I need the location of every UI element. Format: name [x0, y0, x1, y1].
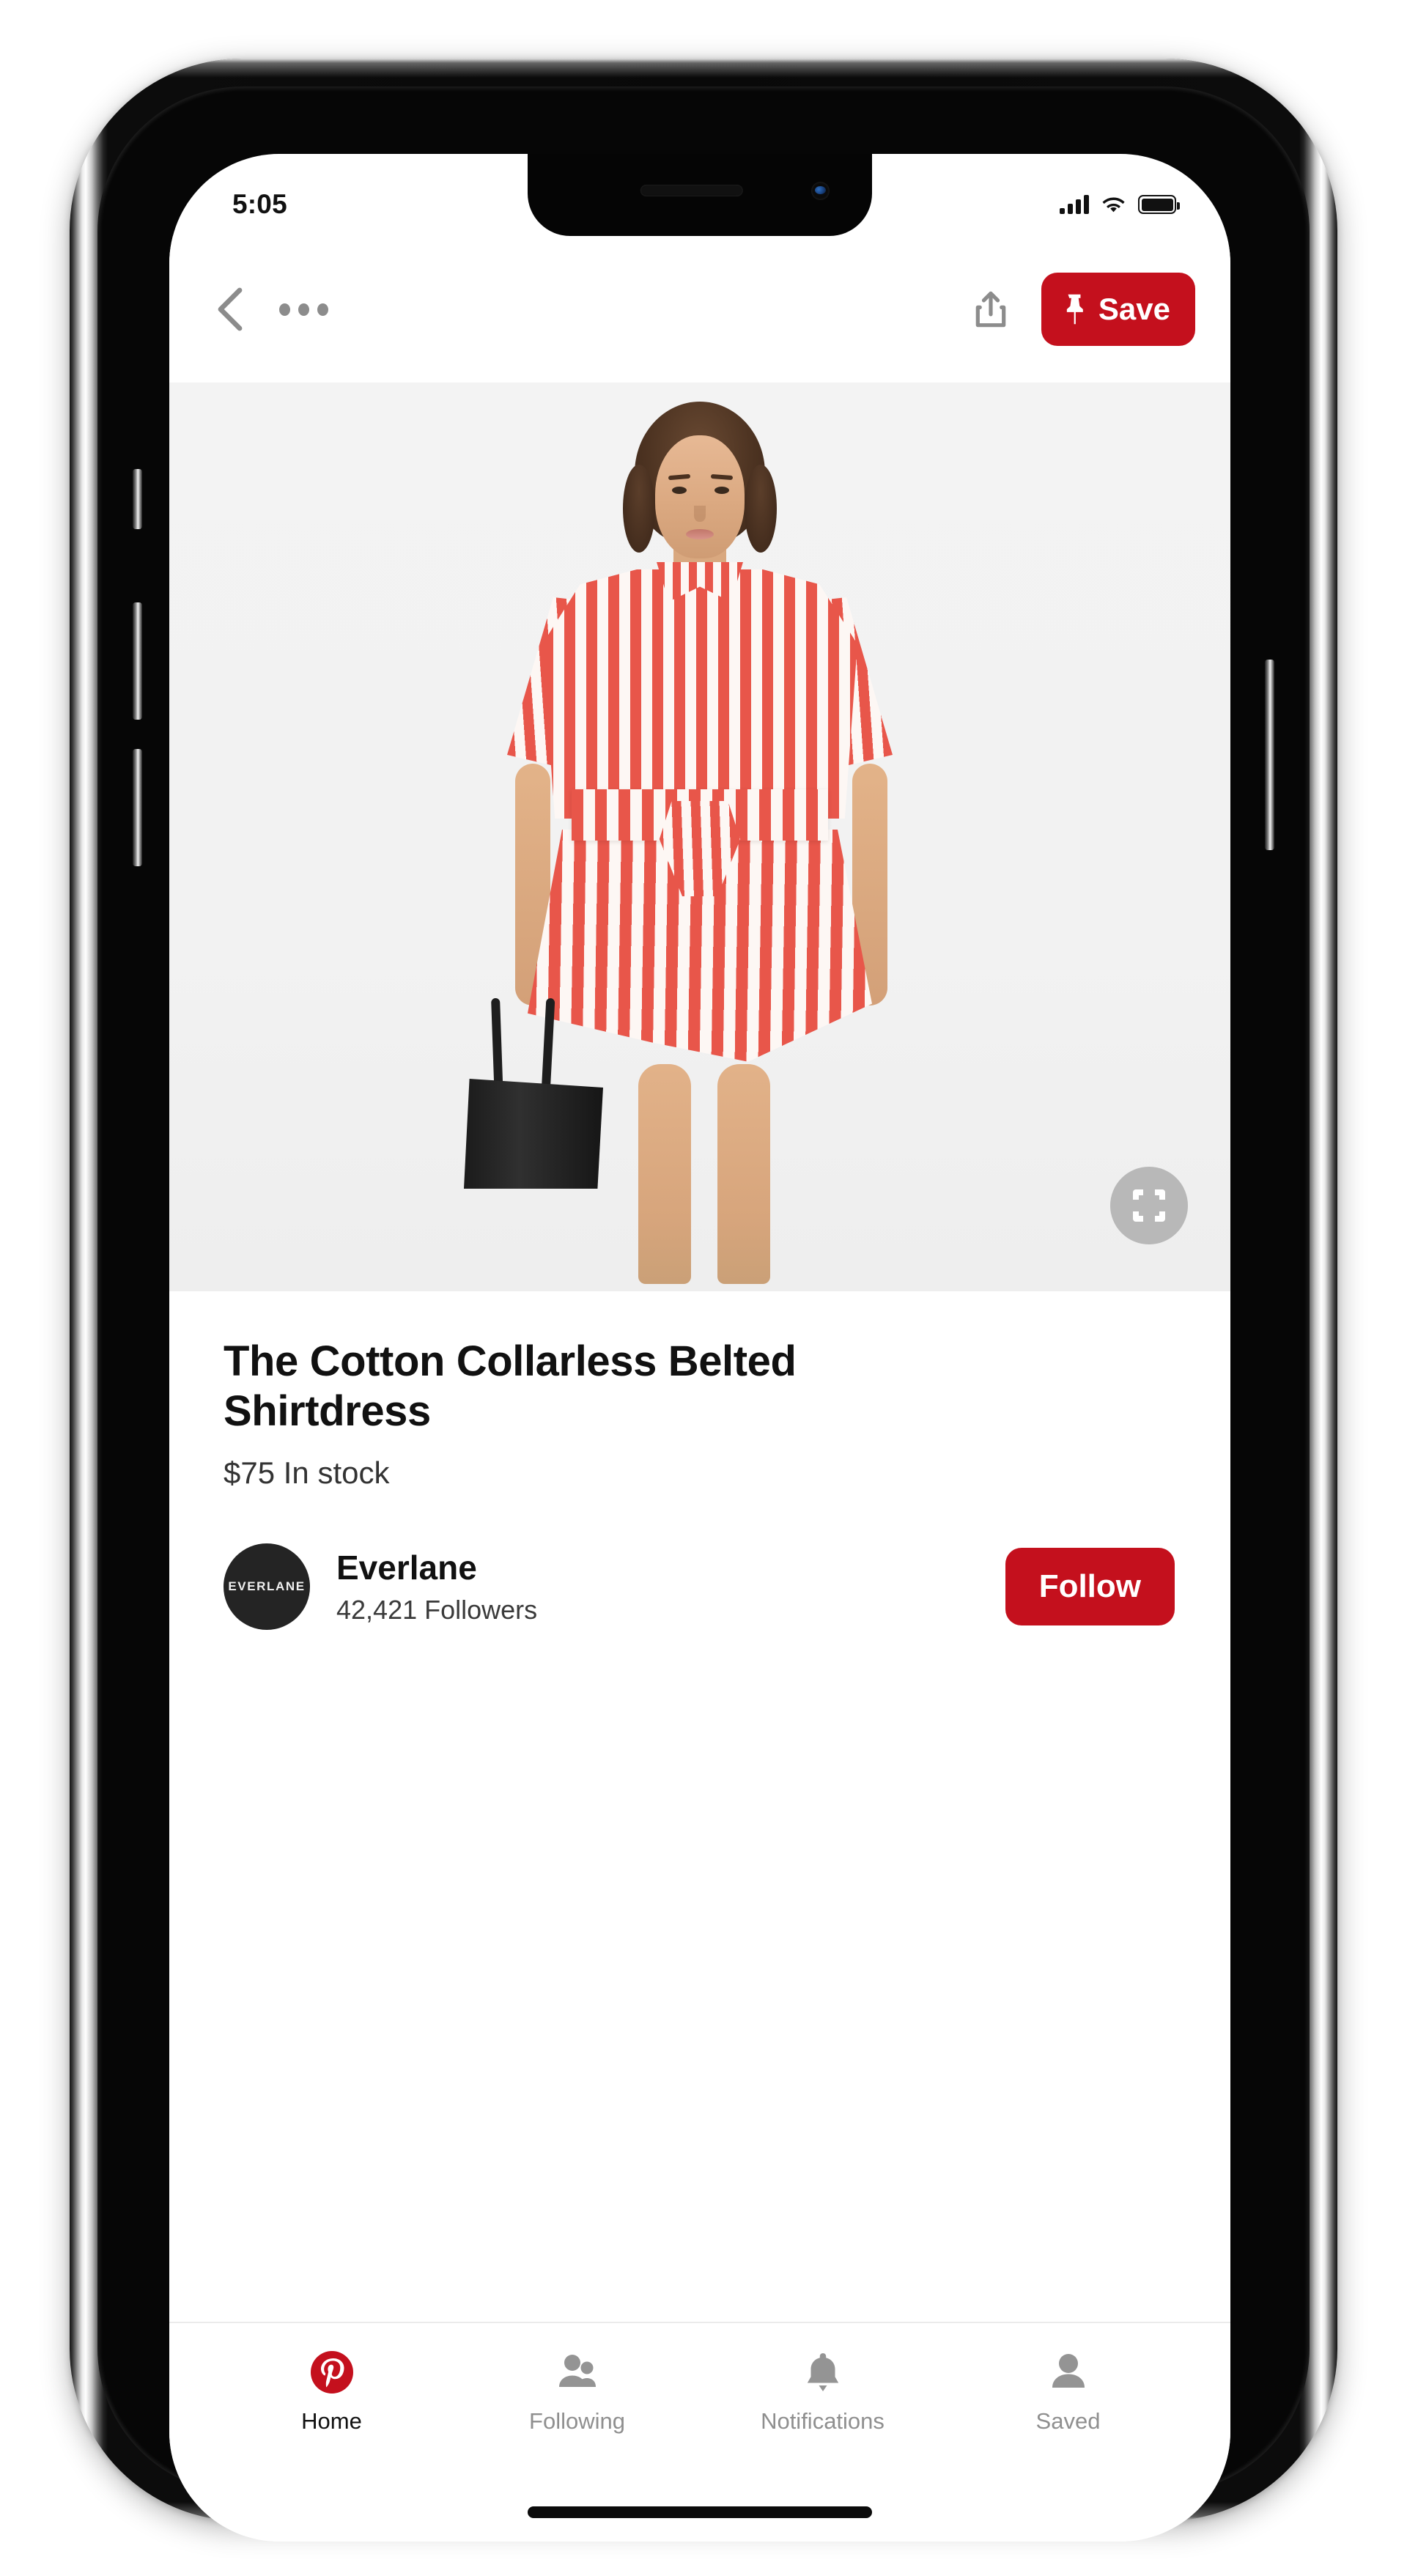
brand-name[interactable]: Everlane — [336, 1548, 537, 1587]
product-price-stock: $75 In stock — [224, 1455, 390, 1490]
brand-row: EVERLANE Everlane 42,421 Followers Follo… — [169, 1524, 1230, 1649]
silent-switch-button[interactable] — [133, 469, 142, 529]
pinterest-logo-icon — [309, 2350, 355, 2395]
brand-follower-count: 42,421 Followers — [336, 1595, 538, 1625]
brand-text-group: Everlane 42,421 Followers — [336, 1548, 537, 1625]
volume-up-button[interactable] — [133, 602, 142, 720]
screenshot-stage: 5:05 Save The Cotton Collarless Belted S… — [0, 0, 1407, 2576]
more-options-icon[interactable] — [279, 303, 328, 316]
follow-button[interactable]: Follow — [1005, 1548, 1175, 1625]
model-illustration — [169, 383, 1230, 1291]
app-navigation-bar: Save — [169, 236, 1230, 383]
model-leg-right — [717, 1064, 770, 1284]
volume-down-button[interactable] — [133, 749, 142, 866]
model-face — [655, 435, 745, 558]
front-camera-icon — [811, 182, 830, 200]
tab-following[interactable]: Following — [454, 2350, 700, 2435]
brand-avatar[interactable]: EVERLANE — [224, 1543, 310, 1630]
earpiece-speaker — [640, 185, 743, 196]
bell-icon — [800, 2350, 846, 2395]
phone-device-frame: 5:05 Save The Cotton Collarless Belted S… — [70, 59, 1337, 2542]
product-image[interactable] — [169, 383, 1230, 1291]
tab-home[interactable]: Home — [209, 2350, 454, 2435]
status-bar-indicators — [1060, 195, 1180, 214]
tab-following-label: Following — [529, 2408, 625, 2434]
tab-notifications-label: Notifications — [761, 2408, 885, 2434]
tab-saved-label: Saved — [1035, 2408, 1101, 2434]
product-title: The Cotton Collarless Belted Shirtdress — [224, 1337, 797, 1435]
visual-search-icon — [1133, 1189, 1165, 1222]
black-tote-bag — [464, 997, 603, 1189]
cellular-signal-icon — [1060, 195, 1089, 214]
tab-notifications[interactable]: Notifications — [700, 2350, 945, 2435]
power-button[interactable] — [1265, 660, 1274, 850]
save-button-label: Save — [1098, 292, 1170, 326]
tab-saved[interactable]: Saved — [945, 2350, 1191, 2435]
save-button[interactable]: Save — [1041, 273, 1195, 346]
brand-avatar-label: EVERLANE — [228, 1579, 306, 1593]
person-icon — [1046, 2350, 1091, 2395]
people-icon — [555, 2350, 600, 2395]
visual-search-button[interactable] — [1110, 1167, 1188, 1244]
wifi-icon — [1102, 196, 1125, 212]
status-bar-time: 5:05 — [232, 189, 287, 219]
device-notch — [528, 154, 872, 236]
tab-home-label: Home — [301, 2408, 362, 2434]
follow-button-label: Follow — [1038, 1568, 1141, 1604]
nav-right-group: Save — [974, 273, 1195, 346]
share-icon[interactable] — [974, 290, 1008, 328]
battery-full-icon — [1138, 195, 1180, 214]
product-info-section: The Cotton Collarless Belted Shirtdress … — [169, 1291, 1230, 1491]
model-leg-left — [638, 1064, 691, 1284]
nav-left-group — [215, 287, 328, 331]
pin-icon — [1066, 294, 1083, 325]
home-indicator[interactable] — [528, 2506, 872, 2518]
back-chevron-icon[interactable] — [215, 287, 247, 331]
phone-screen: 5:05 Save The Cotton Collarless Belted S… — [169, 154, 1230, 2542]
